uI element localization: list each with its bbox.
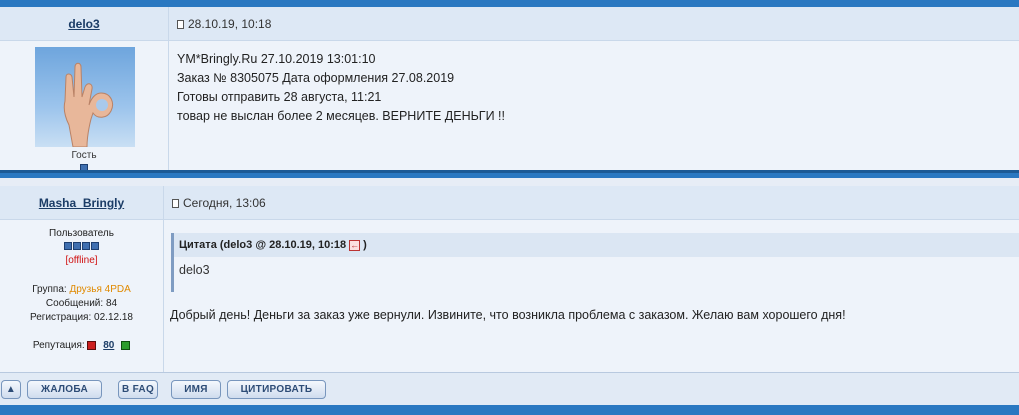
- faq-button[interactable]: В FAQ: [118, 380, 158, 399]
- message-line: Заказ № 8305075 Дата оформления 27.08.20…: [177, 71, 455, 85]
- avatar[interactable]: [35, 47, 135, 147]
- bottom-bar: [0, 405, 1019, 415]
- registration-label: Регистрация:: [30, 312, 92, 323]
- top-bar: [0, 0, 1019, 7]
- post-message: Добрый день! Деньги за заказ уже вернули…: [170, 308, 846, 322]
- user-registration: Регистрация: 02.12.18: [0, 311, 163, 325]
- reputation-value[interactable]: 80: [103, 340, 114, 351]
- post-date: Сегодня, 13:06: [183, 196, 266, 210]
- post-masha-bringly: Masha_Bringly Сегодня, 13:06 Пользовател…: [0, 186, 1019, 405]
- reputation-plus-icon[interactable]: [121, 340, 131, 350]
- group-label: Группа:: [32, 284, 67, 295]
- date-cell: Сегодня, 13:06: [165, 186, 1019, 220]
- quote-author: Цитата (delo3 @ 28.10.19, 10:18: [179, 239, 347, 251]
- online-status: [offline]: [65, 255, 98, 266]
- author-cell: Masha_Bringly: [0, 186, 163, 220]
- rank-pips: [0, 241, 163, 255]
- document-icon: [172, 198, 179, 208]
- column-divider: [168, 7, 169, 40]
- post-date: 28.10.19, 10:18: [188, 17, 272, 31]
- message-cell: YM*Bringly.Ru 27.10.2019 13:01:10 Заказ …: [170, 41, 1019, 170]
- quote-block: Цитата (delo3 @ 28.10.19, 10:18 ← ) delo…: [171, 233, 1019, 292]
- group-value[interactable]: Друзья 4PDA: [69, 284, 130, 295]
- message-line: Готовы отправить 28 августа, 11:21: [177, 90, 382, 104]
- quote-text: delo3: [174, 257, 1019, 283]
- user-posts: Сообщений: 84: [0, 297, 163, 311]
- user-status: Гость: [71, 150, 97, 161]
- column-divider: [163, 220, 164, 372]
- post-header: delo3 28.10.19, 10:18: [0, 7, 1019, 41]
- message-cell: Цитата (delo3 @ 28.10.19, 10:18 ← ) delo…: [165, 220, 1019, 372]
- column-divider: [168, 41, 169, 170]
- author-link[interactable]: Masha_Bringly: [0, 186, 163, 220]
- post-body: Пользователь [offline] Группа: Друзья 4P…: [0, 220, 1019, 372]
- post-delo3: delo3 28.10.19, 10:18 Гость YM*Bringly.R…: [0, 7, 1019, 172]
- posts-value: 84: [105, 298, 118, 309]
- column-divider: [163, 186, 164, 219]
- user-group: Группа: Друзья 4PDA: [0, 283, 163, 297]
- post-header: Masha_Bringly Сегодня, 13:06: [0, 186, 1019, 220]
- registration-value: 02.12.18: [94, 312, 133, 323]
- scroll-up-button[interactable]: ▲: [1, 380, 21, 399]
- quote-button[interactable]: ЦИТИРОВАТЬ: [227, 380, 326, 399]
- author-info: Пользователь [offline] Группа: Друзья 4P…: [0, 220, 163, 372]
- author-info: Гость: [0, 41, 168, 172]
- user-role: Пользователь: [49, 228, 114, 239]
- reputation-minus-icon[interactable]: [87, 340, 97, 350]
- post-actions: ▲ ЖАЛОБА В FAQ ИМЯ ЦИТИРОВАТЬ: [0, 372, 1019, 405]
- ok-hand-avatar-image: [63, 62, 114, 147]
- author-cell: delo3: [0, 7, 168, 41]
- report-button[interactable]: ЖАЛОБА: [27, 380, 102, 399]
- rank-pip-icon: [73, 242, 81, 250]
- reputation-label: Репутация:: [32, 340, 85, 351]
- message-line: YM*Bringly.Ru 27.10.2019 13:01:10: [177, 52, 376, 66]
- date-cell: 28.10.19, 10:18: [170, 7, 1019, 41]
- rank-pip-icon: [91, 242, 99, 250]
- document-icon: [177, 19, 184, 29]
- post-body: Гость YM*Bringly.Ru 27.10.2019 13:01:10 …: [0, 41, 1019, 172]
- post-message: YM*Bringly.Ru 27.10.2019 13:01:10 Заказ …: [177, 50, 505, 126]
- user-reputation: Репутация: 80: [0, 339, 163, 353]
- posts-label: Сообщений:: [45, 298, 104, 309]
- name-button[interactable]: ИМЯ: [171, 380, 221, 399]
- rank-pip-icon: [64, 242, 72, 250]
- author-link[interactable]: delo3: [0, 7, 168, 41]
- quote-source-link-icon[interactable]: ←: [349, 239, 361, 251]
- quote-header-close: ): [363, 239, 367, 251]
- message-line: товар не выслан более 2 месяцев. ВЕРНИТЕ…: [177, 109, 505, 123]
- rank-pip-icon: [82, 242, 90, 250]
- post-separator: [0, 170, 1019, 178]
- quote-header: Цитата (delo3 @ 28.10.19, 10:18 ← ): [174, 233, 1019, 257]
